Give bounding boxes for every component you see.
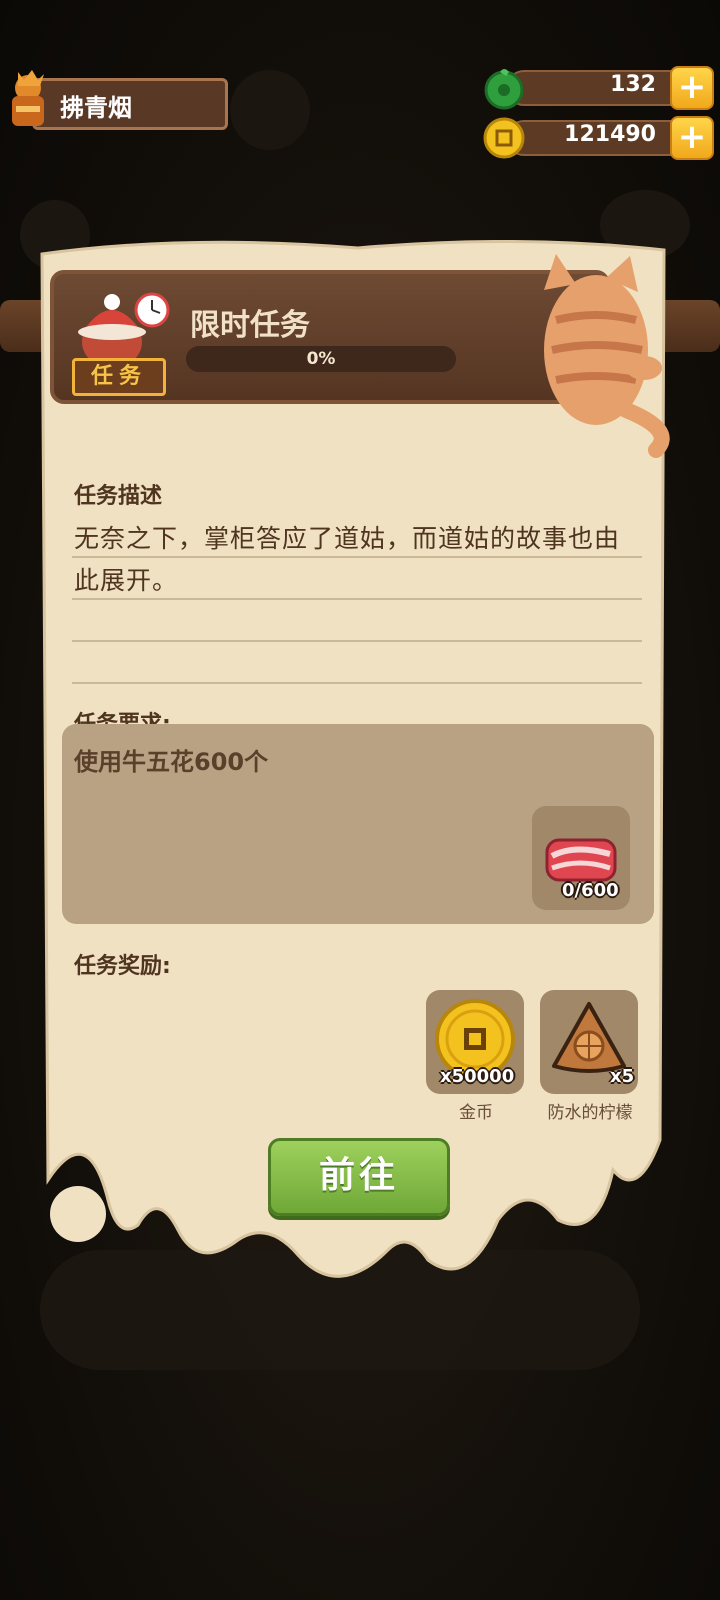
jade-token-icon bbox=[484, 69, 524, 110]
jade-bar bbox=[506, 70, 696, 106]
player-profile[interactable]: 拂青烟 bbox=[4, 66, 230, 132]
go-button[interactable]: 前往 bbox=[268, 1138, 450, 1216]
ruled-line bbox=[72, 682, 642, 684]
requirement-text: 使用牛五花600个 bbox=[74, 748, 269, 776]
ruled-line bbox=[72, 598, 642, 600]
ruled-line bbox=[72, 556, 642, 558]
add-jade-button[interactable]: + bbox=[670, 66, 714, 110]
task-description: 无奈之下，掌柜答应了道姑，而道姑的故事也由此展开。 bbox=[74, 524, 621, 595]
coin-currency: 121490 + bbox=[482, 116, 714, 160]
task-badge-label: 任务 bbox=[72, 358, 166, 396]
background-decoration bbox=[230, 70, 310, 150]
reward-item-lemon[interactable]: x5 bbox=[540, 990, 638, 1094]
ruled-line bbox=[72, 640, 642, 642]
requirement-count: 0/600 bbox=[562, 880, 619, 901]
add-coin-button[interactable]: + bbox=[670, 116, 714, 160]
reward-label: 任务奖励: bbox=[74, 954, 171, 979]
reward-coin-count: x50000 bbox=[440, 1066, 515, 1087]
pork-belly-icon bbox=[545, 838, 617, 882]
paper-drip bbox=[50, 1186, 106, 1242]
coin-amount: 121490 bbox=[564, 122, 656, 147]
jade-amount: 132 bbox=[610, 72, 656, 97]
reward-coin-name: 金币 bbox=[459, 1103, 493, 1123]
task-progress-text: 0% bbox=[306, 349, 336, 369]
requirement-item-slot[interactable]: 0/600 bbox=[532, 806, 630, 910]
description-label: 任务描述 bbox=[74, 484, 163, 509]
reward-item-coins[interactable]: x50000 bbox=[426, 990, 524, 1094]
lemon-chip-icon bbox=[552, 1002, 626, 1073]
coin-icon bbox=[483, 117, 525, 159]
player-name: 拂青烟 bbox=[60, 94, 132, 122]
reward-lemon-count: x5 bbox=[610, 1066, 635, 1087]
jade-currency: 132 + bbox=[482, 66, 714, 110]
reward-lemon-name: 防水的柠檬 bbox=[547, 1103, 633, 1123]
cat-mascot-icon bbox=[544, 254, 670, 458]
task-title: 限时任务 bbox=[190, 308, 310, 343]
player-avatar-icon bbox=[12, 70, 44, 126]
